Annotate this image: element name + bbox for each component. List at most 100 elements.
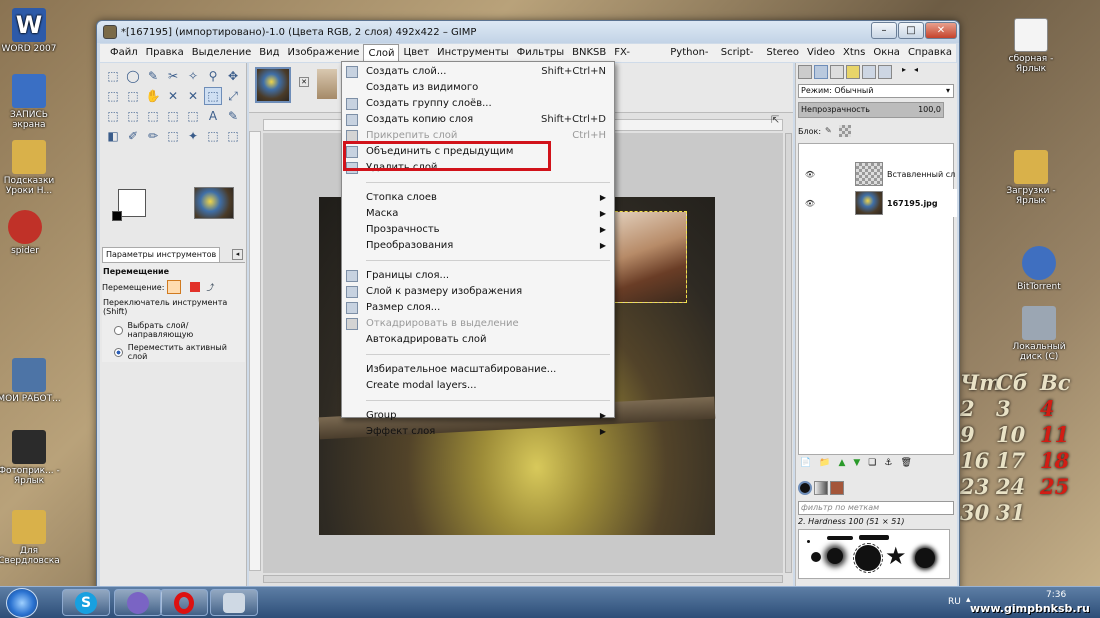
menu-5[interactable]: Слой bbox=[363, 44, 400, 62]
move-layer-mode-icon[interactable] bbox=[167, 280, 182, 294]
desktop-icon-bittorrent[interactable]: BitTorrent bbox=[1004, 246, 1074, 292]
menu-item-8[interactable]: Маска ▶ bbox=[342, 206, 614, 222]
tool-icon-26[interactable]: ⬚ bbox=[204, 127, 222, 145]
lock-alpha-icon[interactable] bbox=[839, 125, 852, 137]
menu-item-7[interactable]: Стопка слоев ▶ bbox=[342, 190, 614, 206]
brush-swatch[interactable] bbox=[915, 548, 935, 568]
new-group-icon[interactable]: 📁 bbox=[819, 458, 830, 472]
taskbar-skype-button[interactable]: S bbox=[62, 589, 110, 616]
desktop-icon-hints[interactable]: Подсказки Уроки Н... bbox=[0, 140, 64, 196]
tool-icon-2[interactable]: ✎ bbox=[144, 67, 162, 85]
menu-0[interactable]: Файл bbox=[106, 44, 142, 62]
tool-icon-10[interactable]: ✕ bbox=[164, 87, 182, 105]
tool-icon-23[interactable]: ✏ bbox=[144, 127, 162, 145]
delete-layer-icon[interactable]: 🗑 bbox=[900, 458, 911, 472]
move-dock-icon[interactable] bbox=[878, 65, 892, 79]
layer-row[interactable]: 👁 167195.jpg bbox=[801, 189, 957, 217]
tool-icon-14[interactable]: ⬚ bbox=[104, 107, 122, 125]
tool-icon-19[interactable]: A bbox=[204, 107, 222, 125]
tool-icon-12[interactable]: ⬚ bbox=[204, 87, 222, 105]
close-tab-icon[interactable]: ✕ bbox=[299, 77, 309, 87]
menu-1[interactable]: Правка bbox=[142, 44, 188, 62]
brush-swatch[interactable] bbox=[859, 535, 889, 540]
tab-menu-icon[interactable]: ◂ bbox=[232, 249, 243, 260]
tool-icon-9[interactable]: ✋ bbox=[144, 87, 162, 105]
vertical-ruler[interactable] bbox=[249, 131, 261, 571]
menu-12[interactable]: Script-Fu bbox=[717, 44, 763, 76]
tool-icon-8[interactable]: ⬚ bbox=[124, 87, 142, 105]
star-brush-icon[interactable]: ★ bbox=[885, 544, 907, 568]
desktop-icon-my-works[interactable]: МОИ РАБОТ... bbox=[0, 358, 64, 404]
language-indicator[interactable]: RU bbox=[948, 597, 961, 607]
layers-tab-icon[interactable] bbox=[814, 65, 828, 79]
desktop-icon-collection[interactable]: сборная - Ярлык bbox=[996, 18, 1066, 74]
foreground-color-swatch[interactable] bbox=[118, 189, 146, 217]
menu-item-9[interactable]: Прозрачность ▶ bbox=[342, 222, 614, 238]
menu-10[interactable]: FX-Foundry bbox=[610, 44, 666, 76]
lock-pixels-icon[interactable]: ✎ bbox=[825, 126, 835, 136]
eye-icon[interactable]: 👁 bbox=[801, 170, 819, 179]
menu-item-2[interactable]: Создать группу слоёв... bbox=[342, 96, 614, 112]
lower-layer-icon[interactable]: ▼ bbox=[853, 458, 860, 472]
move-selection-mode-icon[interactable] bbox=[190, 282, 201, 292]
tool-icon-16[interactable]: ⬚ bbox=[144, 107, 162, 125]
image-tab-thumbnail-2[interactable] bbox=[317, 69, 337, 99]
tool-icon[interactable] bbox=[862, 65, 876, 79]
menu-15[interactable]: Xtns bbox=[839, 44, 869, 62]
layer-row[interactable]: 👁 Вставленный сл bbox=[801, 160, 957, 188]
menu-item-19[interactable]: Эффект слоя ▶ bbox=[342, 424, 614, 440]
clock[interactable]: 7:36 bbox=[1046, 590, 1066, 600]
vertical-scrollbar[interactable] bbox=[785, 133, 792, 573]
brush-swatch[interactable] bbox=[827, 548, 843, 564]
tool-icon-25[interactable]: ✦ bbox=[184, 127, 202, 145]
tool-icon-17[interactable]: ⬚ bbox=[164, 107, 182, 125]
menu-item-5[interactable]: Объединить с предыдущим bbox=[342, 144, 614, 160]
desktop-icon-sverdlovsk[interactable]: Для Свердловска bbox=[0, 510, 64, 566]
menu-8[interactable]: Фильтры bbox=[513, 44, 568, 62]
tool-icon-13[interactable]: ⤢ bbox=[224, 87, 242, 105]
horizontal-scrollbar[interactable] bbox=[263, 575, 783, 583]
tool-icon-18[interactable]: ⬚ bbox=[184, 107, 202, 125]
tool-icon-6[interactable]: ✥ bbox=[224, 67, 242, 85]
menu-13[interactable]: Stereo bbox=[762, 44, 803, 62]
menu-17[interactable]: Справка bbox=[904, 44, 956, 62]
paths-icon[interactable] bbox=[830, 65, 844, 79]
desktop-icon-screen-record[interactable]: ЗАПИСЬ экрана bbox=[0, 74, 64, 130]
menu-2[interactable]: Выделение bbox=[188, 44, 256, 62]
undo-icon[interactable] bbox=[846, 65, 860, 79]
menu-item-13[interactable]: Размер слоя... bbox=[342, 300, 614, 316]
menu-item-17[interactable]: Create modal layers... bbox=[342, 378, 614, 394]
menu-item-15[interactable]: Автокадрировать слой bbox=[342, 332, 614, 348]
menu-item-10[interactable]: Преобразования ▶ bbox=[342, 238, 614, 254]
taskbar-opera-button[interactable] bbox=[160, 589, 208, 616]
menu-item-6[interactable]: Удалить слой bbox=[342, 160, 614, 176]
anchor-layer-icon[interactable]: ⚓ bbox=[884, 458, 892, 472]
image-tab-thumbnail[interactable] bbox=[255, 67, 291, 103]
brush-swatch[interactable] bbox=[807, 540, 810, 543]
active-brush-preview[interactable] bbox=[194, 187, 234, 219]
raise-layer-icon[interactable]: ▲ bbox=[838, 458, 845, 472]
tool-icon-5[interactable]: ⚲ bbox=[204, 67, 222, 85]
background-color-swatch[interactable] bbox=[112, 211, 122, 221]
menu-6[interactable]: Цвет bbox=[399, 44, 433, 62]
opacity-slider[interactable]: Непрозрачность 100,0 bbox=[798, 102, 944, 118]
brush-filter-input[interactable]: фильтр по меткам bbox=[798, 501, 954, 515]
tool-icon-27[interactable]: ⬚ bbox=[224, 127, 242, 145]
menu-4[interactable]: Изображение bbox=[284, 44, 364, 62]
tool-icon-24[interactable]: ⬚ bbox=[164, 127, 182, 145]
desktop-icon-spider[interactable]: spider bbox=[0, 210, 60, 256]
menu-item-18[interactable]: Group ▶ bbox=[342, 408, 614, 424]
menu-item-12[interactable]: Слой к размеру изображения bbox=[342, 284, 614, 300]
taskbar-app-button[interactable] bbox=[114, 589, 162, 616]
menu-16[interactable]: Окна bbox=[869, 44, 904, 62]
menu-item-11[interactable]: Границы слоя... bbox=[342, 268, 614, 284]
menu-3[interactable]: Вид bbox=[255, 44, 283, 62]
desktop-icon-local-disk[interactable]: Локальный диск (C) bbox=[1004, 306, 1074, 362]
tool-icon-20[interactable]: ✎ bbox=[224, 107, 242, 125]
tool-icon-0[interactable]: ⬚ bbox=[104, 67, 122, 85]
gradients-tab-icon[interactable] bbox=[830, 481, 844, 495]
brushes-tab-icon[interactable] bbox=[798, 481, 812, 495]
channels-icon[interactable] bbox=[798, 65, 812, 79]
tool-icon-1[interactable]: ◯ bbox=[124, 67, 142, 85]
menu-item-16[interactable]: Избирательное масштабирование... bbox=[342, 362, 614, 378]
